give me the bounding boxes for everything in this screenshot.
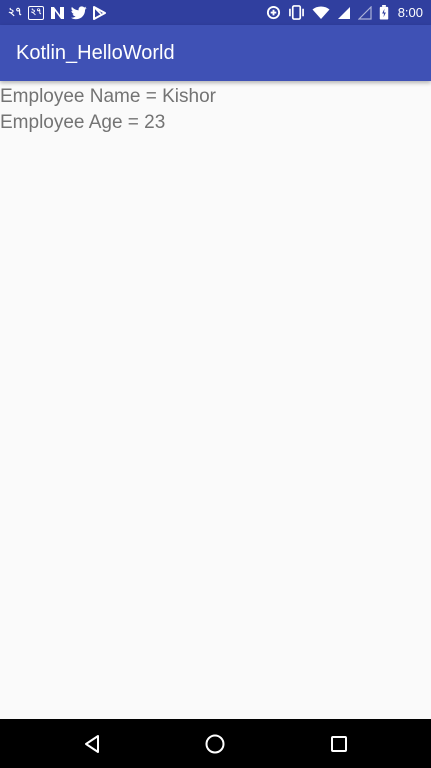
- app-title: Kotlin_HelloWorld: [16, 42, 175, 64]
- back-button[interactable]: [79, 731, 105, 757]
- bengali-numeral-box-notification-icon: ২৭: [28, 5, 45, 20]
- system-status-icons: 8:00: [266, 3, 423, 22]
- main-content: Employee Name = Kishor Employee Age = 23: [0, 84, 431, 136]
- employee-age-text: Employee Age = 23: [0, 112, 166, 133]
- status-bar: ২৭ ২৭ 8:00: [0, 0, 431, 25]
- twitter-notification-icon: [71, 3, 87, 22]
- status-time: 8:00: [397, 5, 423, 20]
- notification-icons: ২৭ ২৭: [8, 3, 107, 22]
- vibrate-icon: [288, 3, 305, 22]
- recents-icon: [331, 736, 347, 752]
- data-saver-icon: [266, 3, 281, 22]
- play-store-notification-icon: [93, 3, 107, 22]
- app-bar: Kotlin_HelloWorld: [0, 25, 431, 81]
- navigation-bar: [0, 719, 431, 768]
- n-app-notification-icon: [50, 3, 65, 22]
- cell-signal-empty-icon: [357, 3, 372, 22]
- employee-name-text: Employee Name = Kishor: [0, 86, 216, 107]
- bengali-numeral-notification-icon: ২৭: [8, 5, 23, 18]
- battery-icon: [379, 3, 389, 22]
- home-button[interactable]: [202, 731, 228, 757]
- back-icon: [85, 735, 99, 753]
- wifi-icon: [312, 3, 330, 22]
- home-icon: [205, 734, 225, 754]
- cell-signal-icon: [337, 3, 351, 22]
- recents-button[interactable]: [326, 731, 352, 757]
